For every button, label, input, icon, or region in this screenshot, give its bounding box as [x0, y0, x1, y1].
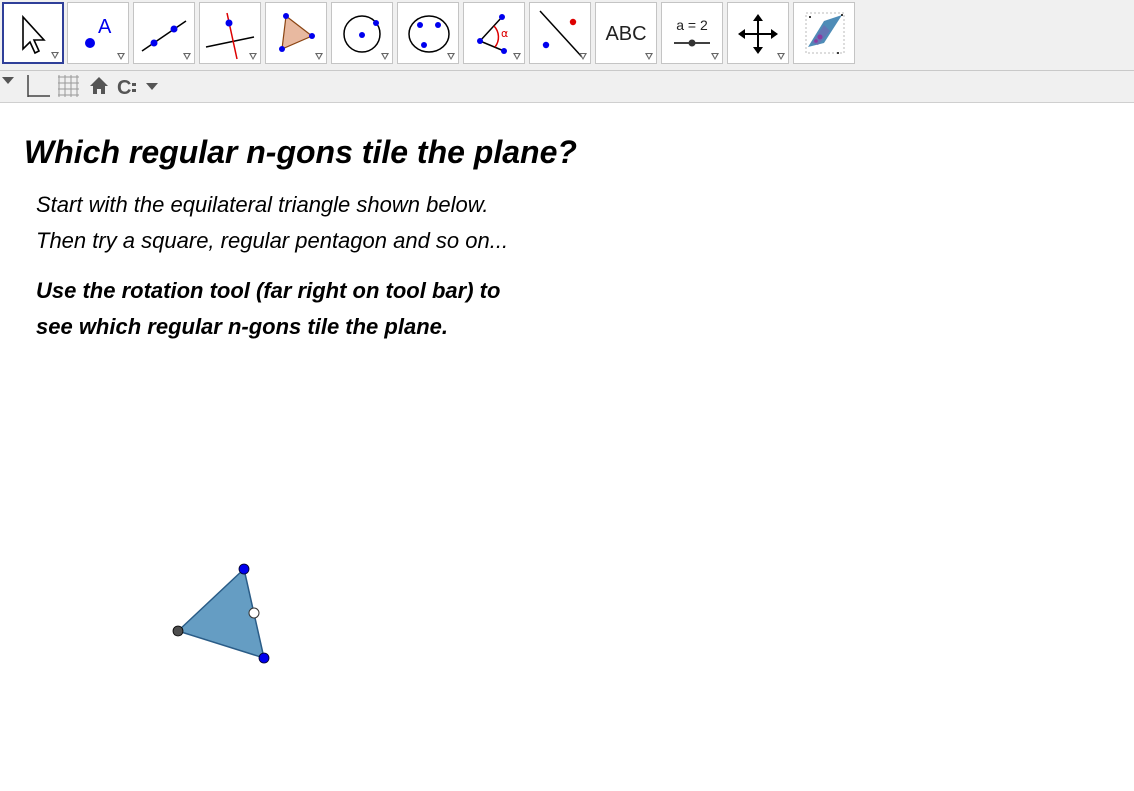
vertex-point[interactable]	[258, 652, 270, 664]
vertex-point-fixed[interactable]	[172, 625, 184, 637]
midpoint-point[interactable]	[248, 607, 260, 619]
triangle-figure	[172, 563, 270, 664]
vertex-point[interactable]	[238, 563, 250, 575]
